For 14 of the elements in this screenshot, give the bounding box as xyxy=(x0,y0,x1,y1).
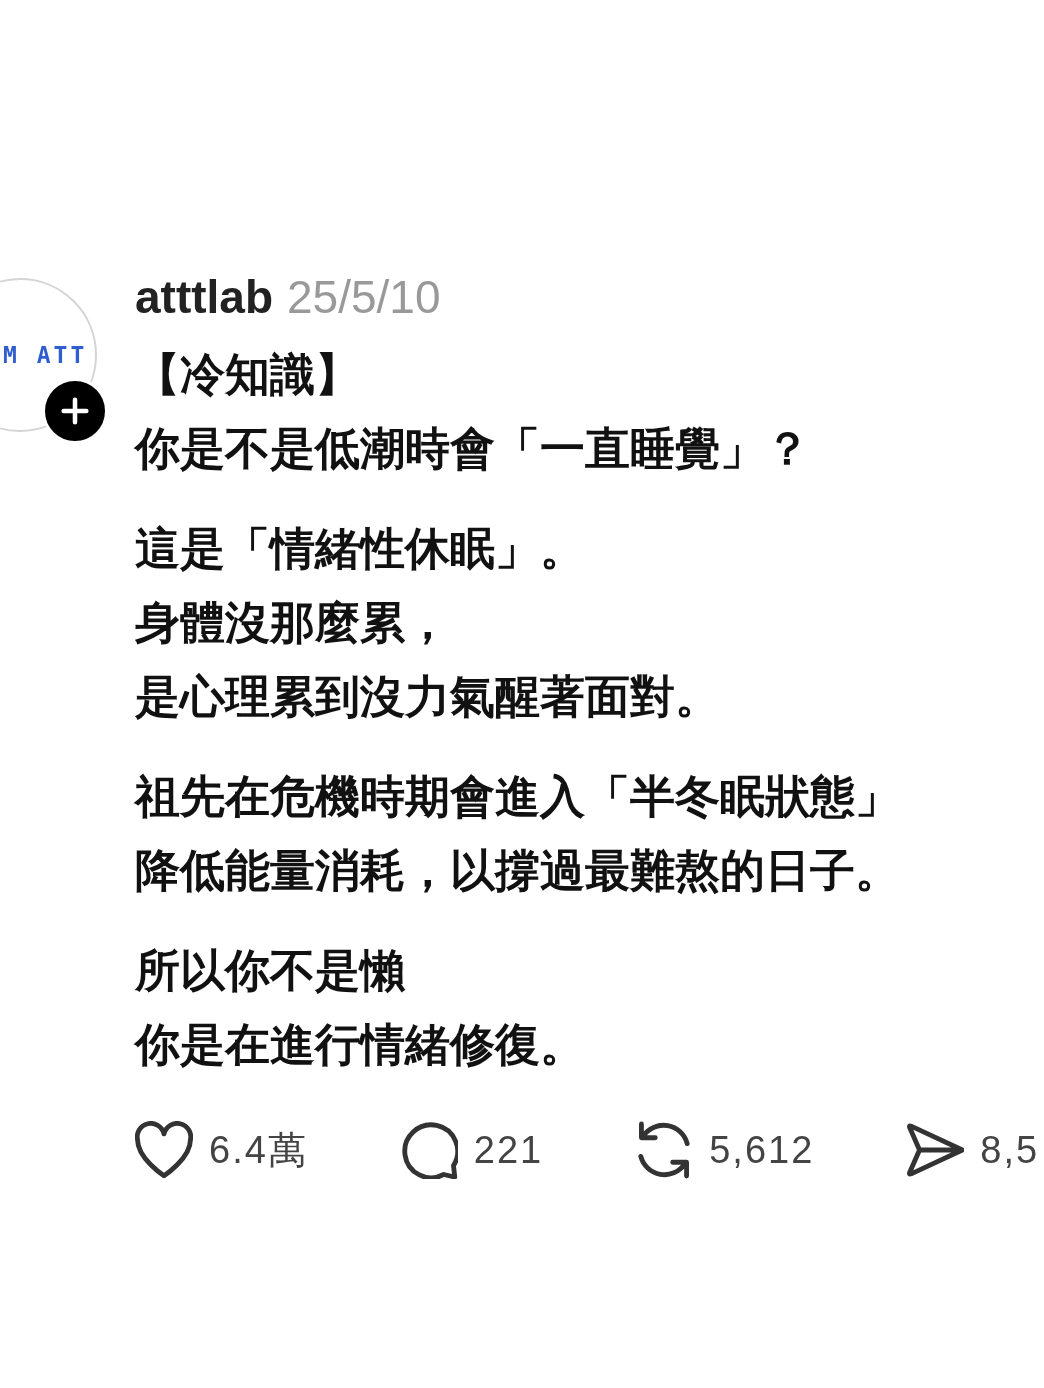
avatar-logo-text: M ATT xyxy=(3,343,88,367)
post-paragraph: 【冷知識】 你是不是低潮時會「一直睡覺」？ xyxy=(135,347,811,477)
share-button[interactable]: 8,5 xyxy=(906,1121,1040,1179)
post-paragraph: 所以你不是懶 你是在進行情緒修復。 xyxy=(135,943,586,1073)
send-icon xyxy=(906,1121,965,1179)
heart-icon xyxy=(135,1121,193,1179)
post-paragraph: 這是「情緒性休眠」。 身體沒那麼累， 是心理累到沒力氣醒著面對。 xyxy=(135,521,721,725)
speech-bubble-icon xyxy=(399,1121,458,1179)
comment-button[interactable]: 221 xyxy=(399,1121,544,1179)
repost-button[interactable]: 5,612 xyxy=(635,1121,815,1179)
username[interactable]: atttlab xyxy=(135,269,273,325)
like-button[interactable]: 6.4萬 xyxy=(135,1121,308,1179)
post-date: 25/5/10 xyxy=(287,270,441,325)
post-paragraph: 祖先在危機時期會進入「半冬眠狀態」 降低能量消耗，以撐過最難熬的日子。 xyxy=(135,769,901,899)
